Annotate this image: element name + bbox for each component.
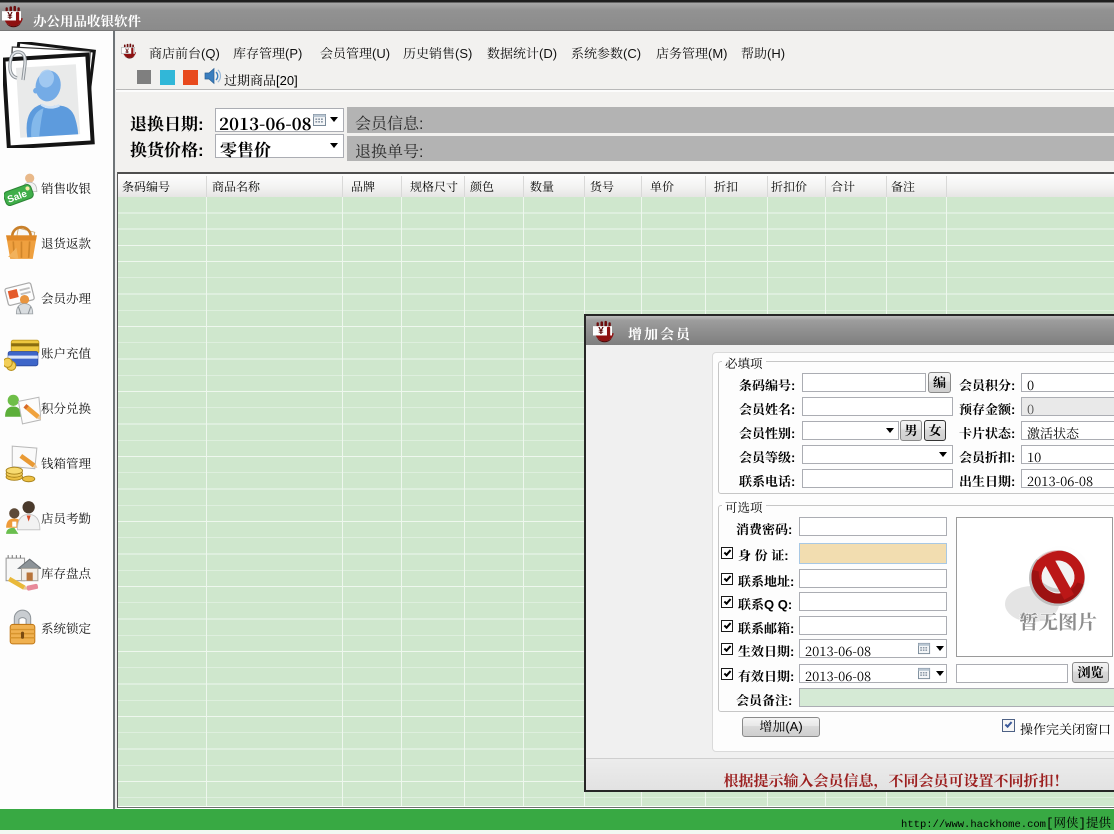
svg-text:暂无图片: 暂无图片 bbox=[1019, 607, 1097, 635]
svg-text:¥: ¥ bbox=[125, 48, 129, 55]
svg-text:¥: ¥ bbox=[7, 11, 13, 22]
svg-text:¥: ¥ bbox=[598, 326, 604, 337]
